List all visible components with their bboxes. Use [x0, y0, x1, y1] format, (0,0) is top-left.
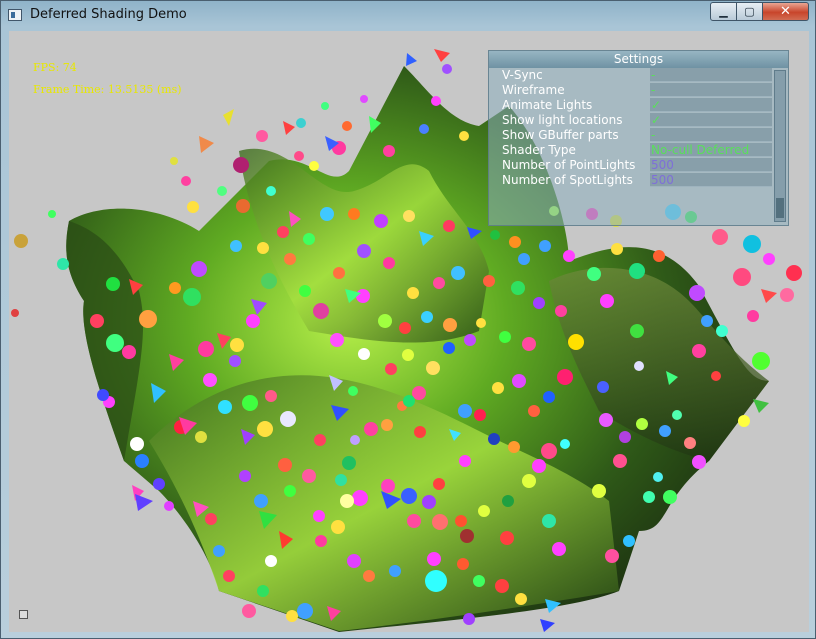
setting-row-animate-lights[interactable]: Animate Lights ✓ [489, 98, 774, 113]
minimize-button[interactable]: ▁ [710, 2, 737, 21]
setting-row-vsync[interactable]: V-Sync - [489, 68, 774, 83]
setting-label: V-Sync [502, 68, 543, 82]
settings-scrollbar[interactable] [774, 70, 786, 222]
title-bar[interactable]: Deferred Shading Demo ▁ ▢ ✕ [1, 1, 815, 31]
setting-label: Animate Lights [502, 98, 593, 112]
stats-overlay: FPS: 74 Frame Time: 13.5135 (ms) [33, 57, 182, 101]
setting-row-wireframe[interactable]: Wireframe - [489, 83, 774, 98]
point-lights-input[interactable]: 500 [650, 158, 772, 172]
window-title: Deferred Shading Demo [30, 7, 187, 22]
scrollbar-thumb[interactable] [776, 198, 784, 218]
close-icon: ✕ [780, 4, 791, 19]
maximize-button[interactable]: ▢ [737, 2, 763, 21]
wireframe-toggle[interactable]: - [650, 83, 772, 97]
fps-label: FPS: 74 [33, 61, 77, 74]
show-gbuffer-toggle[interactable]: - [650, 128, 772, 142]
resize-grip-icon[interactable] [19, 610, 28, 619]
minimize-icon: ▁ [719, 5, 728, 18]
setting-row-spot-lights[interactable]: Number of SpotLights 500 [489, 173, 774, 188]
setting-label: Show GBuffer parts [502, 128, 619, 142]
maximize-icon: ▢ [744, 5, 755, 18]
setting-label: Number of PointLights [502, 158, 636, 172]
close-button[interactable]: ✕ [763, 2, 809, 21]
shader-type-select[interactable]: No-cull Deferred [650, 143, 772, 157]
show-light-locations-checkbox[interactable]: ✓ [650, 113, 772, 127]
app-window: Deferred Shading Demo ▁ ▢ ✕ FPS: 74 Fram… [0, 0, 816, 639]
settings-list: V-Sync - Wireframe - Animate Lights ✓ Sh… [489, 68, 774, 188]
settings-panel[interactable]: Settings V-Sync - Wireframe - Animate Li… [488, 50, 789, 226]
spot-lights-input[interactable]: 500 [650, 173, 772, 187]
setting-label: Show light locations [502, 113, 623, 127]
setting-row-shader-type[interactable]: Shader Type No-cull Deferred [489, 143, 774, 158]
setting-row-show-gbuffer[interactable]: Show GBuffer parts - [489, 128, 774, 143]
frame-time-label: Frame Time: 13.5135 (ms) [33, 83, 182, 96]
vsync-toggle[interactable]: - [650, 68, 772, 82]
setting-label: Number of SpotLights [502, 173, 633, 187]
window-controls: ▁ ▢ ✕ [710, 2, 809, 21]
setting-row-point-lights[interactable]: Number of PointLights 500 [489, 158, 774, 173]
setting-label: Wireframe [502, 83, 565, 97]
render-viewport[interactable]: FPS: 74 Frame Time: 13.5135 (ms) Setting… [9, 31, 809, 632]
setting-row-show-light-locations[interactable]: Show light locations ✓ [489, 113, 774, 128]
settings-title[interactable]: Settings [489, 51, 788, 68]
app-window-icon[interactable] [8, 9, 22, 21]
setting-label: Shader Type [502, 143, 576, 157]
animate-lights-checkbox[interactable]: ✓ [650, 98, 772, 112]
